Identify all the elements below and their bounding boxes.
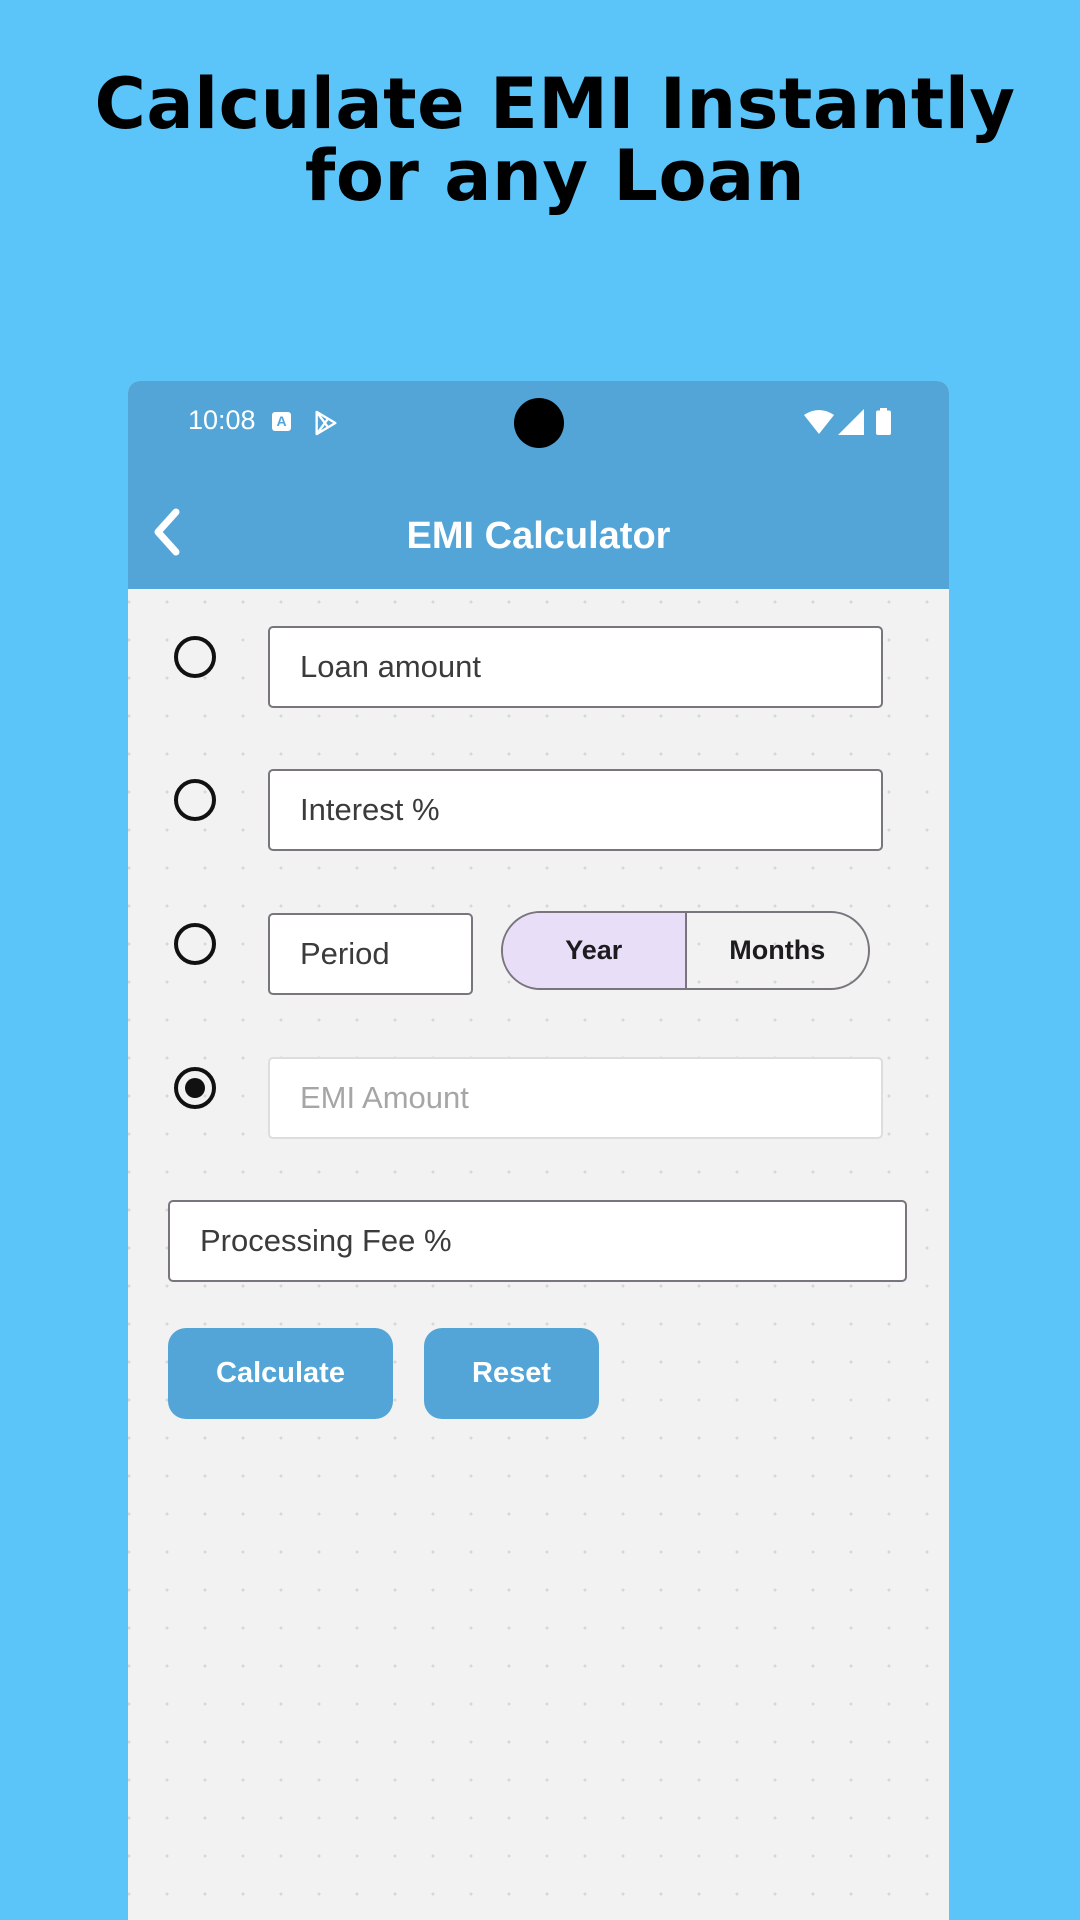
period-radio[interactable] [174, 923, 216, 965]
signal-icon [838, 409, 864, 435]
phone-screen: 10:08 A EMI Calculator Year Months [128, 381, 949, 1920]
period-unit-year[interactable]: Year [503, 913, 687, 988]
notification-a-icon: A [272, 412, 291, 431]
wifi-icon [804, 410, 834, 434]
battery-icon [876, 408, 891, 435]
app-header: 10:08 A EMI Calculator [128, 381, 949, 589]
emi-amount-radio[interactable] [174, 1067, 216, 1109]
processing-fee-input[interactable] [168, 1200, 907, 1282]
play-store-icon [315, 410, 337, 436]
loan-amount-radio[interactable] [174, 636, 216, 678]
reset-button[interactable]: Reset [424, 1328, 599, 1419]
period-unit-months[interactable]: Months [687, 913, 869, 988]
emi-amount-input [268, 1057, 883, 1139]
loan-amount-input[interactable] [268, 626, 883, 708]
interest-input[interactable] [268, 769, 883, 851]
status-time: 10:08 [188, 405, 256, 435]
interest-radio[interactable] [174, 779, 216, 821]
period-input[interactable] [268, 913, 473, 995]
period-unit-toggle: Year Months [501, 911, 870, 990]
page-title: EMI Calculator [406, 515, 671, 557]
promo-headline: Calculate EMI Instantly for any Loan [94, 63, 1016, 217]
camera-cutout [514, 398, 564, 448]
calculate-button[interactable]: Calculate [168, 1328, 393, 1419]
